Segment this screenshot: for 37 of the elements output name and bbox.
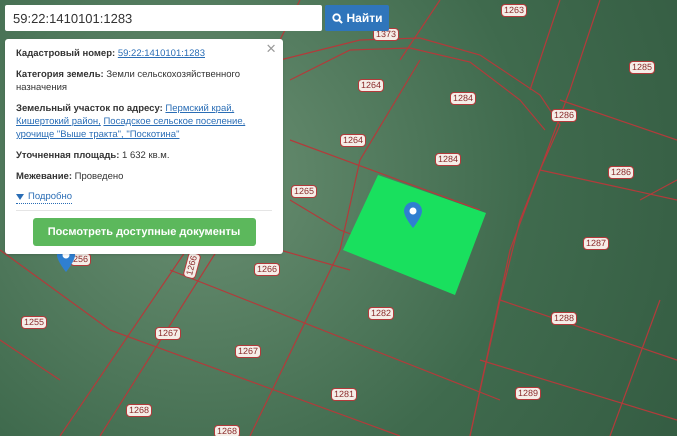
field-text: Межевание: Проведено — [16, 170, 124, 183]
field-link[interactable]: Кишертокий район, — [16, 116, 101, 127]
search-button[interactable]: Найти — [325, 5, 389, 31]
parcel-number[interactable]: 1285 — [629, 61, 656, 74]
parcel-number[interactable]: 1263 — [501, 4, 528, 17]
selected-parcel[interactable] — [343, 175, 487, 296]
details-toggle[interactable]: Подробно — [16, 191, 72, 204]
parcel-number[interactable]: 1286 — [608, 166, 634, 179]
field-link[interactable]: Посадское сельское поселение, — [103, 116, 246, 127]
parcel-number[interactable]: 1265 — [291, 185, 318, 198]
field-label: Земельный участок по адресу: — [16, 103, 163, 114]
parcel-number[interactable]: 1268 — [126, 404, 152, 417]
triangle-icon — [16, 194, 24, 200]
parcel-number[interactable]: 1289 — [515, 387, 542, 400]
parcel-number[interactable]: 1267 — [235, 345, 262, 358]
parcel-number[interactable]: 1284 — [435, 153, 462, 166]
search-field[interactable]: 59:22:1410101:1283 — [5, 5, 322, 31]
parcel-number[interactable]: 1266 — [254, 263, 280, 276]
parcel-number[interactable]: 1287 — [583, 237, 610, 250]
parcel-number[interactable]: 1255 — [21, 316, 48, 329]
field-link[interactable]: урочище "Выше тракта", "Поскотина" — [16, 129, 180, 140]
field-text: Категория земель: Земли сельскохозяйственного назначения — [16, 68, 242, 94]
field-text: Уточненная площадь: 1 632 кв.м. — [16, 149, 170, 162]
parcel-number[interactable]: 1281 — [331, 388, 358, 401]
parcel-number[interactable]: 1282 — [368, 307, 394, 320]
parcel-number[interactable]: 1267 — [155, 327, 182, 340]
parcel-number[interactable]: 1288 — [551, 312, 578, 325]
parcel-number[interactable]: 1268 — [214, 425, 240, 436]
field-link[interactable]: 59:22:1410101:1283 — [118, 48, 205, 59]
parcel-number[interactable]: 1264 — [358, 79, 384, 92]
parcel-number[interactable]: 1264 — [340, 134, 366, 147]
field-link[interactable]: Пермский край, — [165, 103, 234, 114]
parcel-number[interactable]: 1284 — [450, 92, 476, 105]
map-pin-icon[interactable] — [404, 202, 422, 228]
parcel-number[interactable]: 1286 — [551, 109, 578, 122]
field-label: Кадастровый номер: — [16, 48, 116, 59]
search-icon — [332, 12, 342, 24]
